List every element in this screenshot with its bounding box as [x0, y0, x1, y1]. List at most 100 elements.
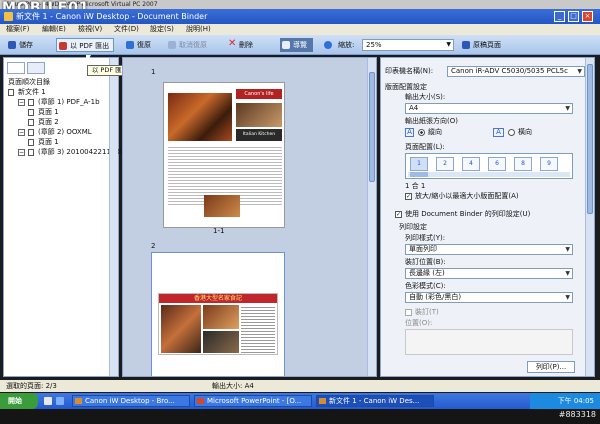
tree-item-label[interactable]: 頁面 2 — [38, 118, 59, 127]
printer-select[interactable]: Canon iR-ADV C5030/5035 PCL5c ▼ — [447, 66, 585, 77]
section-icon — [28, 99, 34, 106]
menu-help[interactable]: 說明(H) — [186, 24, 211, 35]
page-layout-picker: 1 2 4 6 8 9 — [405, 153, 573, 179]
virtual-pc-titlebar: Virtual PC — i4WD1 i4WP Microsoft Virtua… — [0, 0, 600, 9]
tree-item-label[interactable]: 頁面 1 — [38, 138, 59, 147]
tree-scrollbar[interactable] — [109, 58, 118, 376]
pdf-export-button[interactable]: 以 PDF 匯出 — [56, 38, 115, 52]
layout-settings-header: 版面配置設定 — [385, 83, 427, 91]
section-icon — [28, 149, 34, 156]
page1-caption: 1-1 — [213, 227, 225, 235]
delete-icon: ✕ — [228, 38, 237, 49]
layout-9-up[interactable]: 9 — [540, 157, 558, 171]
tree-item-label[interactable]: (章節 1) PDF_A-1b — [38, 98, 100, 107]
layout-scrollbar-thumb[interactable] — [410, 172, 428, 177]
layout-8-up[interactable]: 8 — [514, 157, 532, 171]
close-button[interactable]: × — [582, 11, 593, 22]
canon-app-icon — [75, 398, 82, 404]
print-style-select[interactable]: 單面列印 ▼ — [405, 244, 573, 255]
food-photo-1 — [168, 93, 232, 141]
portrait-label: 縱向 — [428, 128, 442, 136]
mouse-cursor — [86, 55, 91, 64]
layout-4-up[interactable]: 4 — [462, 157, 480, 171]
original-page-button[interactable]: 原稿頁面 — [460, 38, 501, 52]
layout-6-up[interactable]: 6 — [488, 157, 506, 171]
chevron-down-icon: ▼ — [565, 294, 570, 301]
navigation-button[interactable]: 導覽 — [280, 38, 313, 52]
staple-label: 裝訂(T) — [415, 308, 439, 316]
zoom-select[interactable]: 25% ▼ — [362, 39, 454, 51]
binding-select[interactable]: 長邊緣 (左) ▼ — [405, 268, 573, 279]
quicklaunch-ie-icon[interactable] — [44, 397, 52, 405]
staple-position-label: 位置(O): — [405, 319, 433, 327]
app-icon — [4, 12, 13, 21]
minimize-button[interactable]: _ — [554, 11, 565, 22]
document-icon — [8, 89, 14, 96]
menu-edit[interactable]: 編輯(E) — [42, 24, 66, 35]
page-icon — [28, 139, 34, 146]
use-binder-checkbox[interactable]: ✓ — [395, 211, 402, 218]
page-icon — [28, 119, 34, 126]
food-photo-3 — [204, 195, 240, 217]
page1-thumbnail[interactable]: Canon's life Italian Kitchen — [163, 82, 285, 228]
statusbar: 選取的頁面: 2/3 輸出大小: A4 — [0, 380, 600, 392]
start-button[interactable]: 開始 — [0, 393, 38, 409]
settings-scrollbar-thumb[interactable] — [587, 64, 593, 214]
landscape-icon: A — [493, 128, 504, 137]
output-size-select[interactable]: A4 ▼ — [405, 103, 573, 114]
menu-document[interactable]: 文件(D) — [114, 24, 139, 35]
page2-photo-1 — [161, 305, 201, 353]
page2-thumbnail[interactable]: 香港大型名家食記 — [151, 252, 285, 376]
undo-button[interactable]: 復原 — [124, 38, 151, 52]
layout-scrollbar[interactable] — [408, 172, 570, 177]
page1-subtitle: Italian Kitchen — [236, 129, 282, 141]
delete-button[interactable]: ✕ 刪除 — [226, 38, 253, 52]
landscape-label: 橫向 — [518, 128, 532, 136]
enlarge-checkbox[interactable]: ✓ — [405, 193, 412, 200]
task-canon-desktop[interactable]: Canon iW Desktop - Bro... — [72, 395, 190, 407]
color-mode-select[interactable]: 自動 (彩色/黑白) ▼ — [405, 292, 573, 303]
page2-headline: 香港大型名家食記 — [159, 294, 277, 303]
quicklaunch-desktop-icon[interactable] — [56, 397, 64, 405]
pdf-icon — [59, 42, 67, 50]
settings-scrollbar[interactable] — [585, 58, 594, 376]
save-icon — [8, 41, 16, 49]
tree-item-label[interactable]: 頁面 1 — [38, 108, 59, 117]
maximize-button[interactable]: □ — [568, 11, 579, 22]
output-size-label: 輸出大小(S): — [405, 93, 446, 101]
tab-thumbnails[interactable] — [27, 62, 45, 74]
task-powerpoint[interactable]: Microsoft PowerPoint - [O... — [194, 395, 312, 407]
canvas-scrollbar-thumb[interactable] — [369, 72, 375, 182]
use-binder-label: 使用 Document Binder 的列印設定(U) — [405, 210, 531, 218]
tab-tree[interactable] — [7, 62, 25, 74]
menu-settings[interactable]: 設定(S) — [150, 24, 174, 35]
chevron-down-icon: ▼ — [565, 105, 570, 112]
print-style-label: 列印樣式(Y): — [405, 234, 446, 242]
powerpoint-icon — [197, 398, 204, 404]
save-button[interactable]: 儲存 — [6, 38, 33, 52]
tree-root-label: 頁面順次目錄 — [8, 78, 50, 86]
canvas-scrollbar[interactable] — [367, 58, 376, 376]
tree-expander[interactable]: − — [18, 129, 25, 136]
menu-view[interactable]: 檢視(V) — [78, 24, 102, 35]
landscape-radio[interactable] — [508, 129, 515, 136]
menu-file[interactable]: 檔案(F) — [6, 24, 30, 35]
tree-expander[interactable]: − — [18, 149, 25, 156]
layout-1-up[interactable]: 1 — [410, 157, 428, 171]
redo-icon — [168, 41, 176, 49]
layout-2-up[interactable]: 2 — [436, 157, 454, 171]
page-preview-canvas[interactable]: 1 Canon's life Italian Kitchen 1-1 2 香港大… — [122, 57, 377, 377]
enlarge-label: 放大/縮小以最適大小版面配置(A) — [415, 192, 519, 200]
redo-button[interactable]: 取消復原 — [166, 38, 207, 52]
toolbar: 儲存 以 PDF 匯出 復原 取消復原 ✕ 刪除 導覽 縮放: 25% ▼ 原稿… — [0, 35, 600, 55]
screen: Virtual PC — i4WD1 i4WP Microsoft Virtua… — [0, 0, 600, 424]
tree-item-label[interactable]: (章節 2) OOXML — [38, 128, 92, 137]
tree-item-label[interactable]: 新文件 1 — [18, 88, 46, 97]
chevron-down-icon: ▼ — [565, 270, 570, 277]
tree-expander[interactable]: − — [18, 99, 25, 106]
task-document-binder[interactable]: 新文件 1 - Canon iW Des... — [316, 395, 434, 407]
portrait-radio[interactable] — [418, 129, 425, 136]
selected-pages-status: 選取的頁面: 2/3 — [6, 382, 57, 390]
staple-checkbox[interactable] — [405, 309, 412, 316]
print-button[interactable]: 列印(P)... — [527, 361, 575, 373]
